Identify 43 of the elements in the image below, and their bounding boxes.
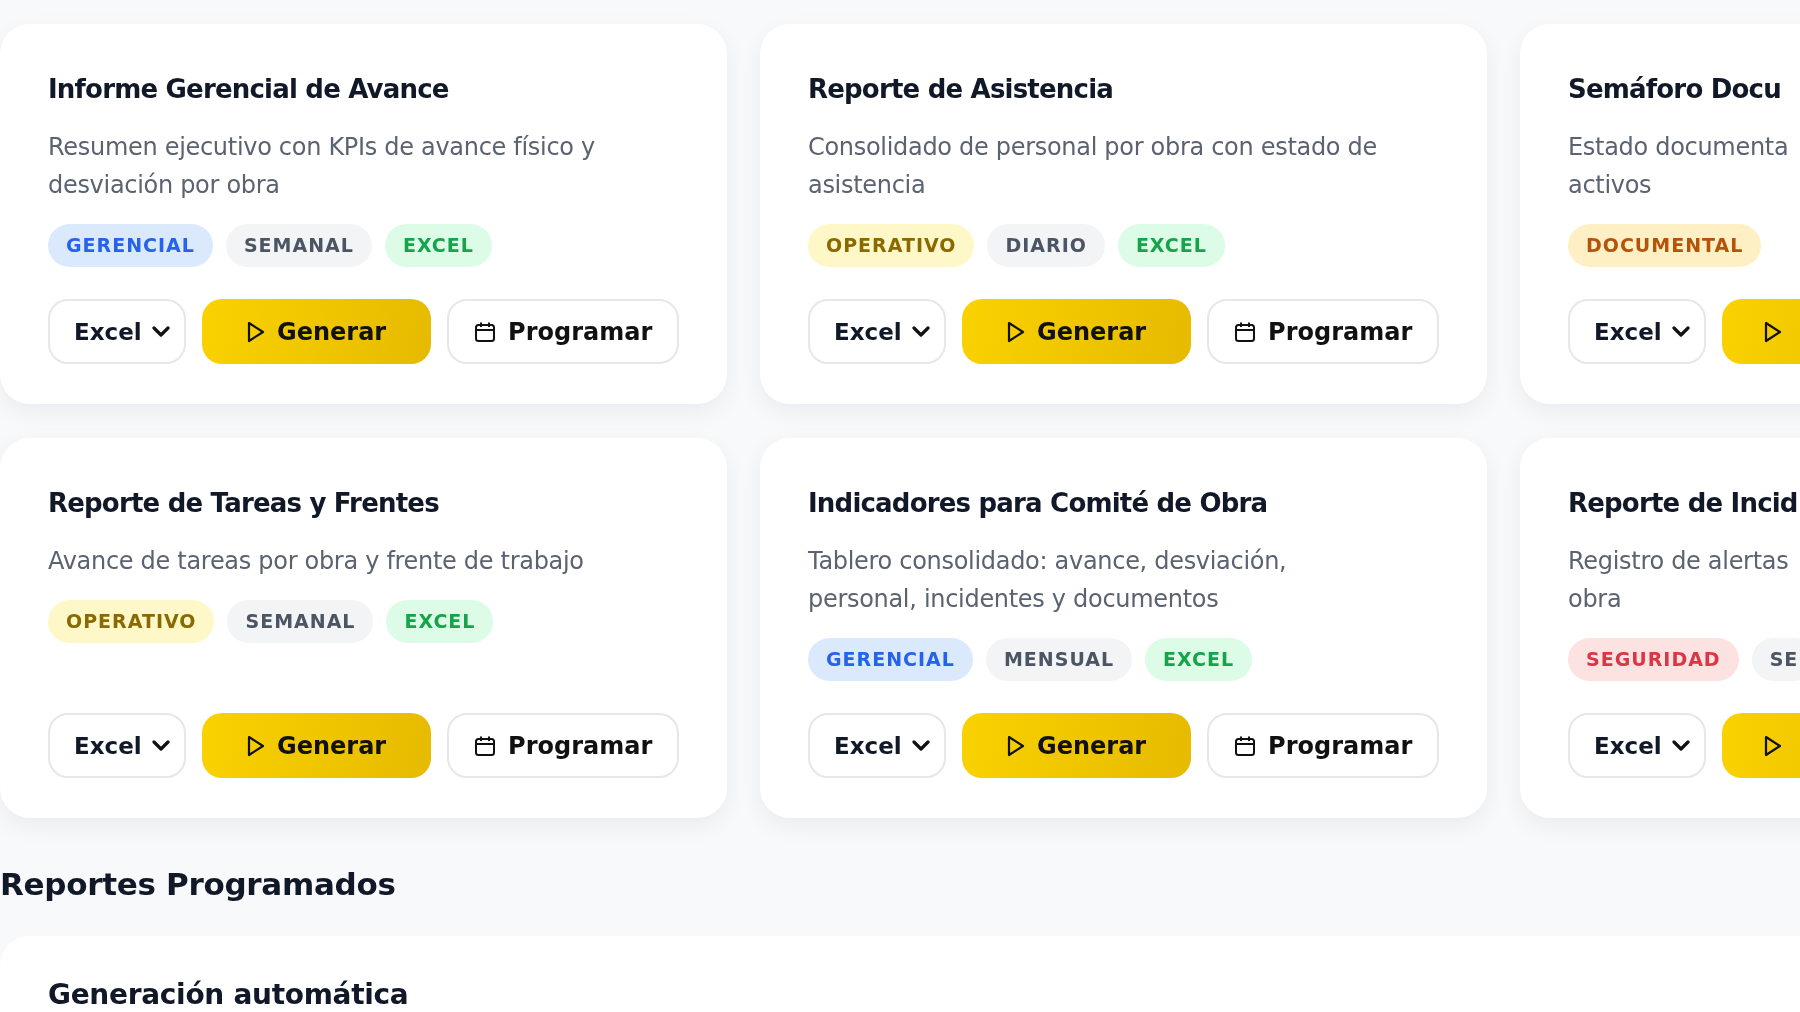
tag: SE bbox=[1751, 638, 1800, 681]
generate-button[interactable]: Generar bbox=[961, 299, 1192, 364]
card-title: Generación automática bbox=[48, 978, 410, 1011]
schedule-button[interactable]: Programar bbox=[1207, 299, 1439, 364]
tag: SEMANAL bbox=[227, 600, 374, 643]
report-description: Registro de alertas obra bbox=[1568, 546, 1790, 615]
format-select[interactable]: Excel bbox=[1568, 713, 1706, 778]
tag: GERENCIAL bbox=[48, 224, 213, 267]
report-title: Reporte de Incid bbox=[1568, 488, 1799, 518]
schedule-button[interactable]: Programar bbox=[447, 299, 679, 364]
report-description: Consolidado de personal por obra con estado de asistencia bbox=[808, 132, 1378, 201]
report-title: Reporte de Asistencia bbox=[808, 74, 1114, 104]
report-title: Semáforo Docu bbox=[1568, 74, 1782, 104]
generate-button[interactable]: Generar bbox=[961, 713, 1192, 778]
schedule-button[interactable]: Programar bbox=[1207, 713, 1439, 778]
report-title: Reporte de Tareas y Frentes bbox=[48, 488, 440, 518]
format-select[interactable]: Excel bbox=[1568, 299, 1706, 364]
format-select[interactable]: Excel bbox=[808, 713, 946, 778]
schedule-button[interactable]: Programar bbox=[447, 713, 679, 778]
report-description: Tablero consolidado: avance, desviación, personal, incidentes y documentos bbox=[808, 546, 1288, 615]
format-select[interactable]: Excel bbox=[48, 299, 186, 364]
report-title: Indicadores para Comité de Obra bbox=[808, 488, 1269, 518]
tag: EXCEL bbox=[386, 600, 494, 643]
tag: SEMANAL bbox=[225, 224, 372, 267]
report-description: Estado documenta activos bbox=[1568, 132, 1790, 201]
tag: DIARIO bbox=[987, 224, 1105, 267]
tag: EXCEL bbox=[384, 224, 492, 267]
report-description: Avance de tareas por obra y frente de trabajo bbox=[48, 546, 585, 577]
tag: OPERATIVO bbox=[48, 600, 215, 643]
tag: GERENCIAL bbox=[808, 638, 973, 681]
tag: MENSUAL bbox=[985, 638, 1133, 681]
section-heading: Reportes Programados bbox=[0, 866, 397, 902]
format-select[interactable]: Excel bbox=[808, 299, 946, 364]
tag: SEGURIDAD bbox=[1568, 638, 1739, 681]
tag: EXCEL bbox=[1117, 224, 1225, 267]
tag: EXCEL bbox=[1145, 638, 1253, 681]
format-select[interactable]: Excel bbox=[48, 713, 186, 778]
report-title: Informe Gerencial de Avance bbox=[48, 74, 450, 104]
generate-button[interactable]: Generar bbox=[201, 713, 432, 778]
generate-button[interactable]: Generar bbox=[201, 299, 432, 364]
tag: OPERATIVO bbox=[808, 224, 975, 267]
tag: DOCUMENTAL bbox=[1568, 224, 1762, 267]
report-description: Resumen ejecutivo con KPIs de avance físico y desviación por obra bbox=[48, 132, 596, 201]
